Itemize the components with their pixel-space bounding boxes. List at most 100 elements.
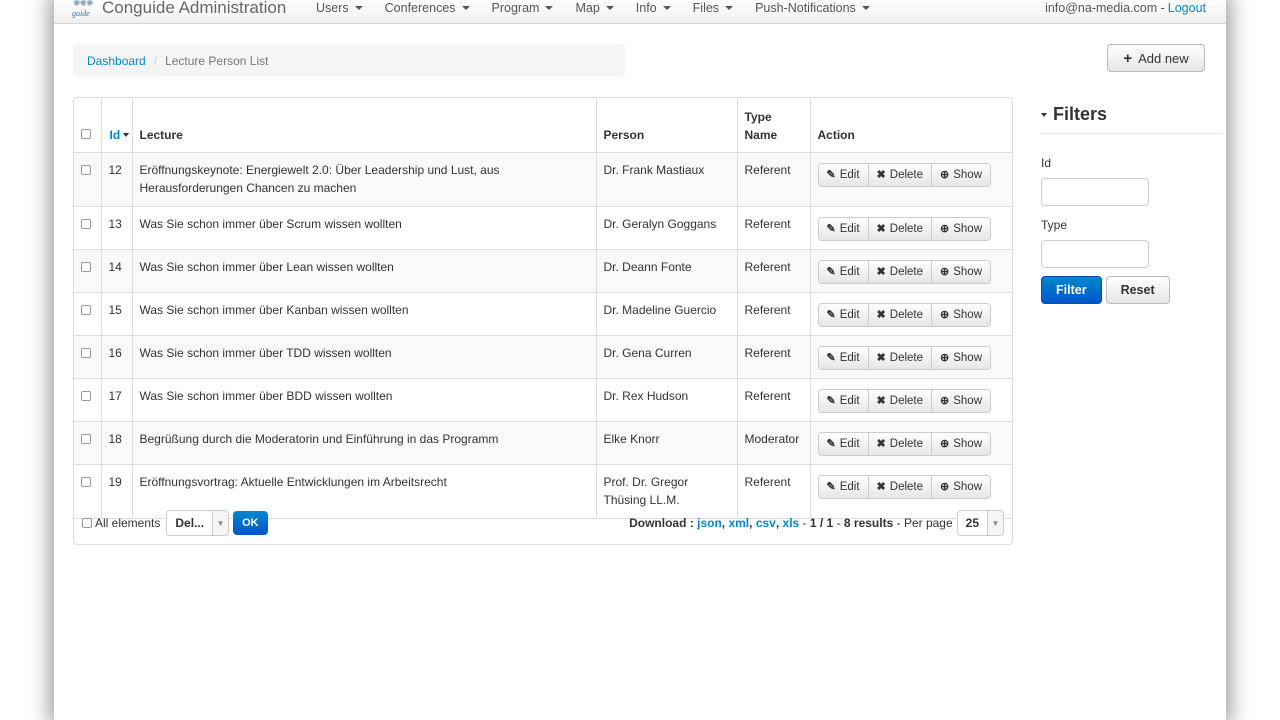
row-lecture: Eröffnungskeynote: Energiewelt 2.0: Über… [132, 152, 597, 207]
breadcrumb: Dashboard / Lecture Person List [73, 44, 625, 77]
show-button[interactable]: ⊕ Show [932, 217, 991, 240]
row-select-cell [74, 421, 102, 465]
results-count: 8 results [843, 516, 894, 530]
download-csv-link[interactable]: csv [756, 516, 776, 530]
show-button[interactable]: ⊕ Show [932, 303, 991, 326]
nav-menu-conferences[interactable]: Conferences [385, 1, 470, 15]
nav-menu-info[interactable]: Info [636, 1, 671, 15]
table-row: 17 Was Sie schon immer über BDD wissen wo… [74, 378, 1012, 422]
batch-action-select[interactable]: Del... ▼ [166, 510, 230, 536]
breadcrumb-dashboard-link[interactable]: Dashboard [87, 54, 146, 68]
zoom-icon: ⊕ [940, 437, 950, 450]
logout-link[interactable]: Logout [1168, 1, 1206, 15]
per-page-select[interactable]: 25 ▼ [956, 510, 1004, 536]
top-navbar: ✺✺✺ guide Conguide Administration Users … [54, 0, 1226, 24]
column-id[interactable]: Id [101, 98, 133, 153]
batch-ok-button[interactable]: OK [233, 511, 268, 535]
row-checkbox[interactable] [81, 304, 91, 315]
delete-button[interactable]: ✖ Delete [868, 389, 933, 412]
delete-button[interactable]: ✖ Delete [868, 217, 933, 240]
row-person: Elke Knorr [596, 421, 738, 465]
delete-button[interactable]: ✖ Delete [868, 163, 933, 186]
all-elements-checkbox[interactable] [82, 518, 92, 528]
delete-x-icon: ✖ [876, 308, 886, 321]
nav-menu-users[interactable]: Users [316, 1, 363, 15]
edit-button[interactable]: ✎ Edit [818, 260, 869, 283]
delete-button[interactable]: ✖ Delete [868, 303, 933, 326]
delete-x-icon: ✖ [876, 394, 886, 407]
nav-menu-program[interactable]: Program [492, 1, 554, 15]
filters-toggle[interactable]: Filters [1041, 104, 1221, 134]
row-type: Referent [737, 206, 811, 250]
edit-button[interactable]: ✎ Edit [818, 389, 869, 412]
select-all-checkbox[interactable] [81, 128, 91, 139]
download-json-link[interactable]: json [697, 516, 722, 530]
row-id: 15 [101, 292, 133, 336]
row-select-cell [74, 335, 102, 379]
caret-down-icon [545, 6, 554, 10]
edit-button[interactable]: ✎ Edit [818, 346, 869, 369]
row-checkbox[interactable] [81, 433, 91, 444]
brand[interactable]: ✺✺✺ guide Conguide Administration [72, 0, 286, 20]
delete-button[interactable]: ✖ Delete [868, 475, 933, 498]
delete-button[interactable]: ✖ Delete [868, 260, 933, 283]
row-id: 16 [101, 335, 133, 379]
show-button[interactable]: ⊕ Show [932, 346, 991, 369]
breadcrumb-current: Lecture Person List [165, 53, 269, 68]
row-select-cell [74, 378, 102, 422]
nav-menu-files[interactable]: Files [693, 1, 734, 15]
delete-button[interactable]: ✖ Delete [868, 346, 933, 369]
row-checkbox[interactable] [81, 390, 91, 401]
download-xls-link[interactable]: xls [783, 516, 800, 530]
show-button[interactable]: ⊕ Show [932, 389, 991, 412]
filter-id-input[interactable] [1041, 178, 1149, 206]
row-person: Dr. Madeline Guercio [596, 292, 738, 336]
edit-button[interactable]: ✎ Edit [818, 432, 869, 455]
show-button[interactable]: ⊕ Show [932, 432, 991, 455]
table-row: 18 Begrüßung durch die Moderatorin und Ei… [74, 421, 1012, 465]
row-select-cell [74, 249, 102, 293]
edit-icon: ✎ [826, 437, 836, 450]
caret-down-icon [461, 6, 470, 10]
row-type: Referent [737, 249, 811, 293]
show-button[interactable]: ⊕ Show [932, 163, 991, 186]
row-checkbox[interactable] [81, 218, 91, 229]
row-type: Moderator [737, 421, 811, 465]
row-select-cell [74, 152, 102, 207]
edit-button[interactable]: ✎ Edit [818, 217, 869, 240]
delete-x-icon: ✖ [876, 168, 886, 181]
breadcrumb-separator: / [153, 53, 158, 68]
edit-button[interactable]: ✎ Edit [818, 475, 869, 498]
brand-title[interactable]: Conguide Administration [102, 0, 286, 18]
column-action: Action [810, 98, 1012, 153]
row-checkbox[interactable] [81, 164, 91, 175]
delete-button[interactable]: ✖ Delete [868, 432, 933, 455]
table-row: 16 Was Sie schon immer über TDD wissen wo… [74, 335, 1012, 379]
show-button[interactable]: ⊕ Show [932, 260, 991, 283]
all-elements-label: All elements [95, 516, 161, 530]
edit-icon: ✎ [826, 351, 836, 364]
edit-button[interactable]: ✎ Edit [818, 303, 869, 326]
table-row: 13 Was Sie schon immer über Scrum wissen … [74, 206, 1012, 250]
delete-x-icon: ✖ [876, 351, 886, 364]
download-label: Download : [629, 516, 694, 530]
row-checkbox[interactable] [81, 347, 91, 358]
row-checkbox[interactable] [81, 476, 91, 487]
row-person: Dr. Frank Mastiaux [596, 152, 738, 207]
nav-menu-map[interactable]: Map [575, 1, 614, 15]
download-xml-link[interactable]: xml [728, 516, 749, 530]
edit-button[interactable]: ✎ Edit [818, 163, 869, 186]
row-type: Referent [737, 292, 811, 336]
row-person: Dr. Deann Fonte [596, 249, 738, 293]
row-id: 14 [101, 249, 133, 293]
row-lecture: Was Sie schon immer über BDD wissen woll… [132, 378, 597, 422]
user-area: info@na-media.com - Logout [1045, 0, 1206, 20]
row-checkbox[interactable] [81, 261, 91, 272]
filters-panel: Filters Id Type Filter Reset [1041, 104, 1221, 304]
reset-button[interactable]: Reset [1105, 276, 1170, 304]
add-new-button[interactable]: + Add new [1107, 44, 1205, 72]
nav-menu-push-notifications[interactable]: Push-Notifications [755, 1, 870, 15]
show-button[interactable]: ⊕ Show [932, 475, 991, 498]
filter-type-input[interactable] [1041, 240, 1149, 268]
filter-button[interactable]: Filter [1041, 276, 1102, 304]
